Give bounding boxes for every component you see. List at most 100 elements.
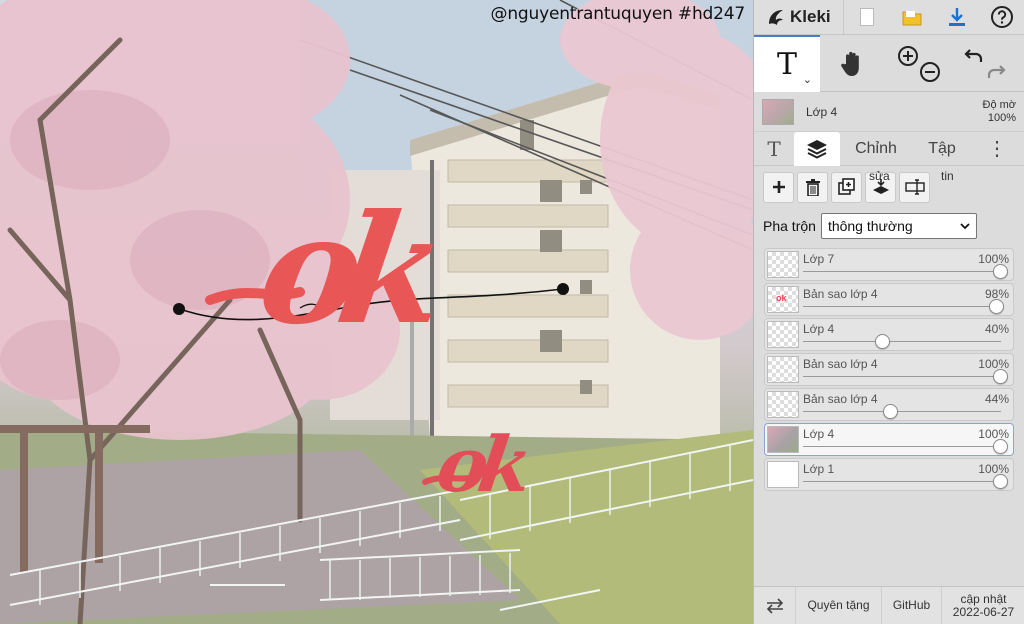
blend-mode-label: Pha trộn [763,218,816,234]
download-icon [948,8,965,26]
red-script-text-small: ok [431,420,528,509]
current-layer-thumbnail [762,98,794,125]
tool-panel: Kleki T ⌄ Lớp 4 Độ mờ 100% T Chỉnh Tập ⋮… [753,0,1024,624]
undo-redo-controls [952,35,1018,92]
watermark-text: @nguyentrantuquyen #hd247 [490,4,746,24]
layer-opacity-track[interactable] [803,481,1001,482]
current-layer-opacity: Độ mờ 100% [983,99,1017,125]
layer-name: Bản sao lớp 4 [803,357,878,371]
layer-opacity-track[interactable] [803,446,1001,447]
duplicate-layer-button[interactable] [831,171,862,203]
layer-opacity: 100% [978,252,1009,266]
blend-mode-select[interactable]: thông thường [820,213,977,239]
layer-row[interactable]: Lớp 1 100% [764,458,1014,491]
trash-icon [805,178,820,196]
layer-opacity-track[interactable] [803,271,1001,272]
red-script-text-large: ok [249,182,435,358]
donate-link[interactable]: Quyên tặng [796,586,882,624]
edit-label: sửa [869,169,890,183]
layer-opacity-slider-handle[interactable] [993,369,1008,384]
zoom-in-icon[interactable] [898,45,918,66]
layer-actions: sửa tin [754,166,1024,208]
kleki-app: @nguyentrantuquyen #hd247 ok ok Kleki T … [0,0,1024,624]
layer-opacity-slider-handle[interactable] [989,299,1005,314]
blend-mode-row: Pha trộn thông thường [754,208,1024,244]
drawing-canvas[interactable]: @nguyentrantuquyen #hd247 ok ok [0,0,753,624]
layer-opacity: 40% [984,322,1009,336]
layer-opacity-track[interactable] [803,341,1001,342]
layer-opacity: 100% [978,357,1009,371]
zoom-controls [886,35,952,92]
new-image-icon [859,8,874,26]
kleki-logo-icon [769,10,783,25]
layer-thumbnail [767,461,799,488]
layer-name: Lớp 4 [803,427,835,441]
tab-adjust[interactable]: Chỉnh [840,132,912,166]
duplicate-icon [837,178,855,195]
layer-row[interactable]: Lớp 7 100% [764,248,1014,281]
tab-layers[interactable] [794,131,840,166]
tab-text[interactable]: T [754,132,794,166]
layer-thumbnail [767,426,799,453]
text-tab-icon: T [767,136,781,161]
updated-label: cập nhật [960,591,1007,606]
top-bar: Kleki [754,0,1024,35]
layers-icon [807,139,827,159]
rename-layer-button[interactable] [899,171,930,203]
kleki-logo[interactable]: Kleki [754,0,844,35]
layer-opacity-slider-handle[interactable] [874,334,890,349]
new-image-button[interactable] [844,0,889,35]
tool-row: T ⌄ [754,35,1024,92]
layer-opacity: 100% [978,427,1009,441]
hand-tool[interactable] [820,35,886,92]
layer-opacity-slider-handle[interactable] [993,264,1008,279]
swap-arrows-icon [766,597,783,614]
zoom-out-icon[interactable] [920,61,940,82]
layer-row[interactable]: Bản sao lớp 4 100% [764,353,1014,386]
delete-layer-button[interactable] [797,171,828,203]
github-link[interactable]: GitHub [882,586,942,624]
footer: Quyên tặng GitHub cập nhật 2022-06-27 [754,586,1024,624]
layer-row[interactable]: Lớp 4 100% [764,423,1014,456]
help-button[interactable] [979,0,1024,35]
updated-date: 2022-06-27 [952,604,1015,619]
layer-thumbnail [767,321,799,348]
layer-opacity-track[interactable] [803,376,1001,377]
current-layer-name: Lớp 4 [806,104,838,119]
more-menu-icon[interactable]: ⋮ [972,132,1022,166]
layer-thumbnail [767,356,799,383]
redo-icon[interactable] [987,64,1006,78]
layer-row[interactable]: Lớp 4 40% [764,318,1014,351]
layer-opacity: 100% [978,462,1009,476]
text-tool[interactable]: T ⌄ [754,35,820,92]
swap-sides-button[interactable] [754,586,796,624]
tab-file[interactable]: Tập [912,132,972,166]
undo-icon[interactable] [964,48,983,62]
layer-name: Lớp 1 [803,462,835,476]
layer-opacity-slider-handle[interactable] [993,439,1008,454]
layer-name: Lớp 7 [803,252,835,266]
layer-opacity-track[interactable] [803,411,1001,412]
changelog-link[interactable]: cập nhật 2022-06-27 [942,587,1024,624]
chevron-down-icon: ⌄ [802,74,812,86]
layer-thumbnail [767,391,799,418]
layer-row[interactable]: ok Bản sao lớp 4 98% [764,283,1014,316]
layer-opacity-track[interactable] [803,306,1001,307]
layer-name: Lớp 4 [803,322,835,336]
hand-icon [841,51,859,76]
open-file-button[interactable] [889,0,934,35]
help-icon [990,6,1013,28]
layer-opacity-slider-handle[interactable] [993,474,1008,489]
chevron-down-icon [960,222,970,229]
layer-opacity: 44% [984,392,1009,406]
layer-name: Bản sao lớp 4 [803,287,878,301]
layer-opacity-slider-handle[interactable] [882,404,898,419]
download-button[interactable] [934,0,979,35]
info-label: tin [941,169,954,183]
rename-icon [904,179,925,195]
layer-row[interactable]: Bản sao lớp 4 44% [764,388,1014,421]
add-layer-button[interactable] [763,171,794,203]
undo-redo-icons [964,48,1006,78]
panel-tabs: T Chỉnh Tập ⋮ [754,131,1024,166]
opacity-value: 100% [987,111,1016,124]
